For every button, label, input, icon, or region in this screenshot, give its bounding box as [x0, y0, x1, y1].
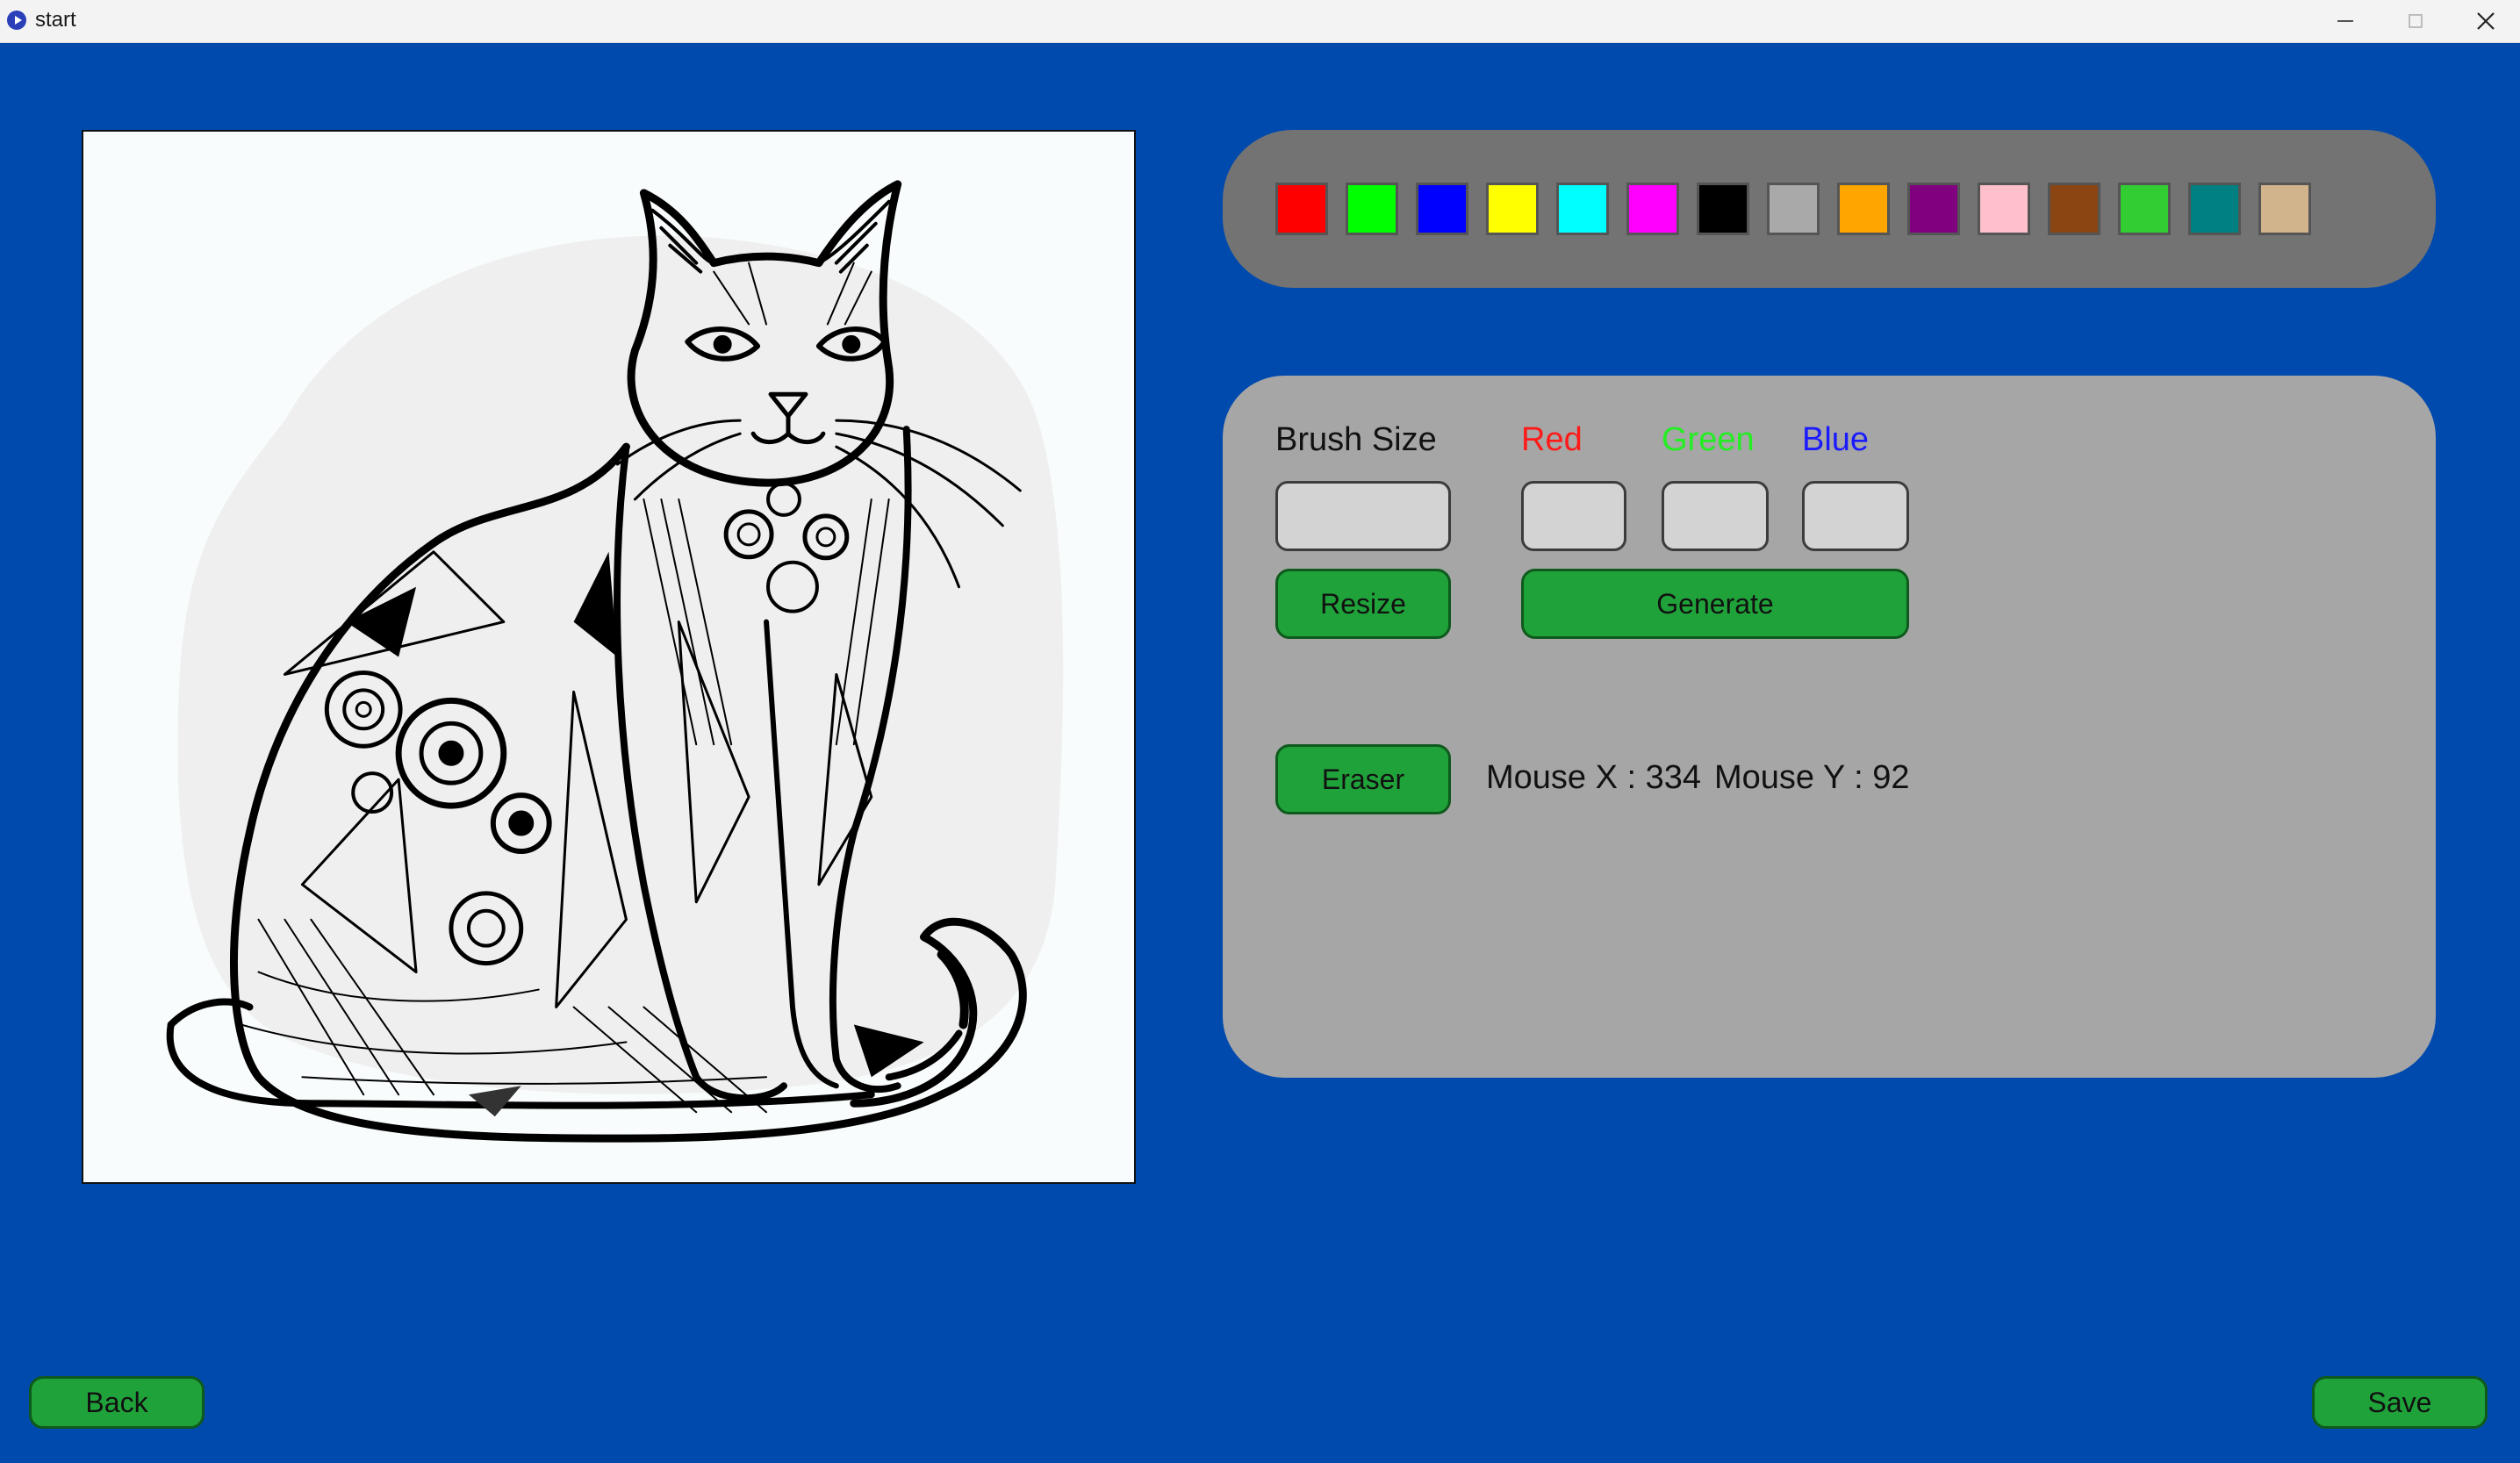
green-input[interactable]	[1662, 481, 1769, 551]
swatch-gray[interactable]	[1767, 183, 1820, 235]
swatch-purple[interactable]	[1907, 183, 1960, 235]
generate-button[interactable]: Generate	[1521, 569, 1909, 639]
window-titlebar: start	[0, 0, 2520, 43]
red-label: Red	[1521, 421, 1583, 458]
red-input[interactable]	[1521, 481, 1626, 551]
eraser-button[interactable]: Eraser	[1275, 744, 1451, 814]
app-play-icon	[7, 11, 26, 30]
controls-panel: Brush Size Red Green Blue Resize Generat…	[1223, 376, 2436, 1078]
swatch-cyan[interactable]	[1556, 183, 1609, 235]
swatch-red[interactable]	[1275, 183, 1328, 235]
swatch-green[interactable]	[2118, 183, 2171, 235]
minimize-icon[interactable]	[2310, 0, 2380, 42]
close-icon[interactable]	[2451, 0, 2520, 42]
cat-line-art-image	[166, 180, 1064, 1143]
mouse-y-readout: Mouse Y : 92	[1714, 759, 1910, 796]
brush-size-label: Brush Size	[1275, 421, 1437, 458]
swatch-yellow[interactable]	[1486, 183, 1539, 235]
resize-button[interactable]: Resize	[1275, 569, 1451, 639]
swatch-brown[interactable]	[2048, 183, 2100, 235]
swatch-teal[interactable]	[2188, 183, 2241, 235]
swatch-lime[interactable]	[1346, 183, 1398, 235]
color-palette	[1223, 130, 2436, 288]
maximize-icon[interactable]	[2380, 0, 2451, 42]
blue-input[interactable]	[1802, 481, 1909, 551]
blue-label: Blue	[1802, 421, 1870, 458]
window-title: start	[35, 8, 76, 32]
swatch-blue[interactable]	[1416, 183, 1468, 235]
back-button[interactable]: Back	[29, 1376, 205, 1429]
mouse-x-readout: Mouse X : 334	[1486, 759, 1702, 796]
green-label: Green	[1662, 421, 1755, 458]
swatch-tan[interactable]	[2258, 183, 2311, 235]
save-button[interactable]: Save	[2312, 1376, 2488, 1429]
drawing-canvas[interactable]	[82, 130, 1136, 1184]
swatch-magenta[interactable]	[1626, 183, 1679, 235]
brush-size-input[interactable]	[1275, 481, 1451, 551]
swatch-black[interactable]	[1697, 183, 1749, 235]
swatch-pink[interactable]	[1978, 183, 2030, 235]
swatch-orange[interactable]	[1837, 183, 1890, 235]
